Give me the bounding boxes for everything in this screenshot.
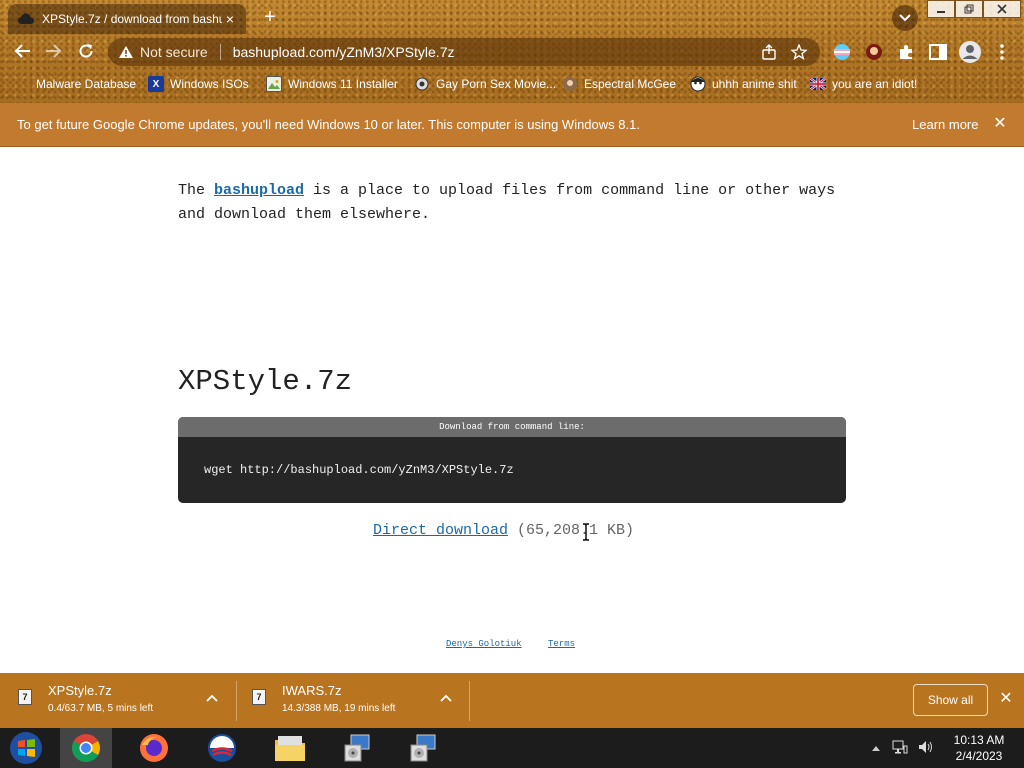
gear-icon [414, 76, 430, 92]
file-title: XPStyle.7z [178, 365, 353, 398]
image-icon [266, 76, 282, 92]
command-box: Download from command line: wget http://… [178, 417, 846, 503]
extension-flag-icon[interactable] [832, 42, 852, 62]
reload-button[interactable] [74, 40, 98, 64]
tab-title: XPStyle.7z / download from bashu [42, 12, 222, 26]
active-tab[interactable]: XPStyle.7z / download from bashu × [8, 4, 246, 34]
intro-paragraph: The bashupload is a place to upload file… [178, 182, 836, 223]
download-row: Direct download (65,208.1 KB) [373, 522, 634, 539]
shelf-divider [469, 681, 470, 721]
tab-search-button[interactable] [892, 5, 918, 31]
share-icon[interactable] [758, 41, 780, 63]
chevron-down-icon [899, 11, 911, 25]
shelf-divider [236, 681, 237, 721]
network-icon[interactable] [892, 740, 908, 757]
side-panel-icon[interactable] [928, 42, 948, 62]
bookmark-star-icon[interactable] [788, 41, 810, 63]
download-item[interactable]: 7 IWARS.7z 14.3/388 MB, 19 mins left [252, 681, 467, 721]
bookmarks-bar: Malware Database X Windows ISOs Windows … [0, 72, 1024, 96]
chevron-up-tray-icon[interactable] [872, 740, 880, 754]
cloud-icon [18, 11, 34, 27]
installer-taskbar-icon[interactable] [330, 728, 382, 768]
file-size: (65,208.1 KB) [508, 522, 635, 539]
author-link[interactable]: Denys Golotiuk [446, 639, 522, 649]
extensions-puzzle-icon[interactable] [896, 42, 916, 62]
speaker-icon[interactable] [918, 740, 934, 757]
infobar-close-icon[interactable]: ✕ [991, 115, 1009, 133]
forward-button[interactable] [42, 40, 66, 64]
omnibox-divider [219, 44, 221, 60]
bookmark-item[interactable]: you are an idiot! [810, 74, 917, 94]
terms-link[interactable]: Terms [548, 639, 575, 649]
taskbar: 10:13 AM 2/4/2023 [0, 728, 1024, 768]
kebab-menu-icon[interactable] [992, 42, 1012, 62]
restore-button[interactable] [955, 0, 983, 18]
obama-taskbar-icon[interactable] [196, 728, 248, 768]
bookmark-item[interactable]: Malware Database [16, 74, 136, 94]
chrome-taskbar-icon[interactable] [60, 728, 112, 768]
download-status: 0.4/63.7 MB, 5 mins left [48, 703, 154, 714]
firefox-taskbar-icon[interactable] [128, 728, 180, 768]
download-filename: XPStyle.7z [48, 683, 112, 698]
browser-chrome: XPStyle.7z / download from bashu × + Not… [0, 0, 1024, 103]
bookmark-item[interactable]: Windows 11 Installer [266, 74, 398, 94]
minimize-button[interactable] [927, 0, 955, 18]
shelf-close-icon[interactable]: ✕ [997, 689, 1015, 709]
system-clock[interactable]: 10:13 AM 2/4/2023 [946, 732, 1012, 764]
security-label[interactable]: Not secure [140, 44, 208, 60]
face-icon [690, 76, 706, 92]
tab-close-icon[interactable]: × [222, 11, 238, 27]
chevron-up-icon[interactable] [204, 691, 220, 707]
start-button[interactable] [0, 728, 52, 768]
download-filename: IWARS.7z [282, 683, 342, 698]
download-item[interactable]: 7 XPStyle.7z 0.4/63.7 MB, 5 mins left [18, 681, 233, 721]
arrow-left-icon [13, 43, 31, 62]
x-icon: X [148, 76, 164, 92]
url-text[interactable]: bashupload.com/yZnM3/XPStyle.7z [233, 44, 750, 60]
bookmark-item[interactable]: Gay Porn Sex Movie... [414, 74, 556, 94]
infobar-message: To get future Google Chrome updates, you… [17, 117, 640, 132]
folder-icon [16, 76, 30, 92]
warning-icon[interactable] [118, 44, 134, 60]
clock-date: 2/4/2023 [955, 749, 1003, 763]
installer-taskbar-icon[interactable] [396, 728, 448, 768]
direct-download-link[interactable]: Direct download [373, 522, 508, 539]
flag-icon [810, 76, 826, 92]
show-all-button[interactable]: Show all [913, 684, 988, 716]
page-content: The bashupload is a place to upload file… [0, 147, 1024, 673]
archive-file-icon: 7 [18, 689, 32, 705]
wget-command[interactable]: wget http://bashupload.com/yZnM3/XPStyle… [204, 463, 514, 477]
address-bar[interactable]: Not secure bashupload.com/yZnM3/XPStyle.… [108, 38, 820, 66]
bashupload-link[interactable]: bashupload [214, 182, 304, 199]
reload-icon [78, 43, 94, 62]
archive-file-icon: 7 [252, 689, 266, 705]
download-shelf: 7 XPStyle.7z 0.4/63.7 MB, 5 mins left 7 … [0, 673, 1024, 728]
bookmark-item[interactable]: X Windows ISOs [148, 74, 249, 94]
clock-time: 10:13 AM [953, 733, 1005, 747]
back-button[interactable] [10, 40, 34, 64]
profile-avatar-icon[interactable] [958, 40, 982, 64]
bookmark-item[interactable]: Espectral McGee [562, 74, 676, 94]
download-status: 14.3/388 MB, 19 mins left [282, 703, 396, 714]
arrow-right-icon [45, 43, 63, 62]
text-cursor-icon [582, 523, 590, 541]
new-tab-button[interactable]: + [258, 6, 282, 30]
avatar-icon [562, 76, 578, 92]
chevron-up-icon[interactable] [438, 691, 454, 707]
learn-more-link[interactable]: Learn more [912, 117, 978, 132]
close-window-button[interactable] [983, 0, 1021, 18]
bookmark-item[interactable]: uhhh anime shit [690, 74, 797, 94]
update-infobar: To get future Google Chrome updates, you… [0, 103, 1024, 147]
extension-avatar-icon[interactable] [864, 42, 884, 62]
file-explorer-taskbar-icon[interactable] [264, 728, 316, 768]
command-box-header: Download from command line: [178, 417, 846, 437]
